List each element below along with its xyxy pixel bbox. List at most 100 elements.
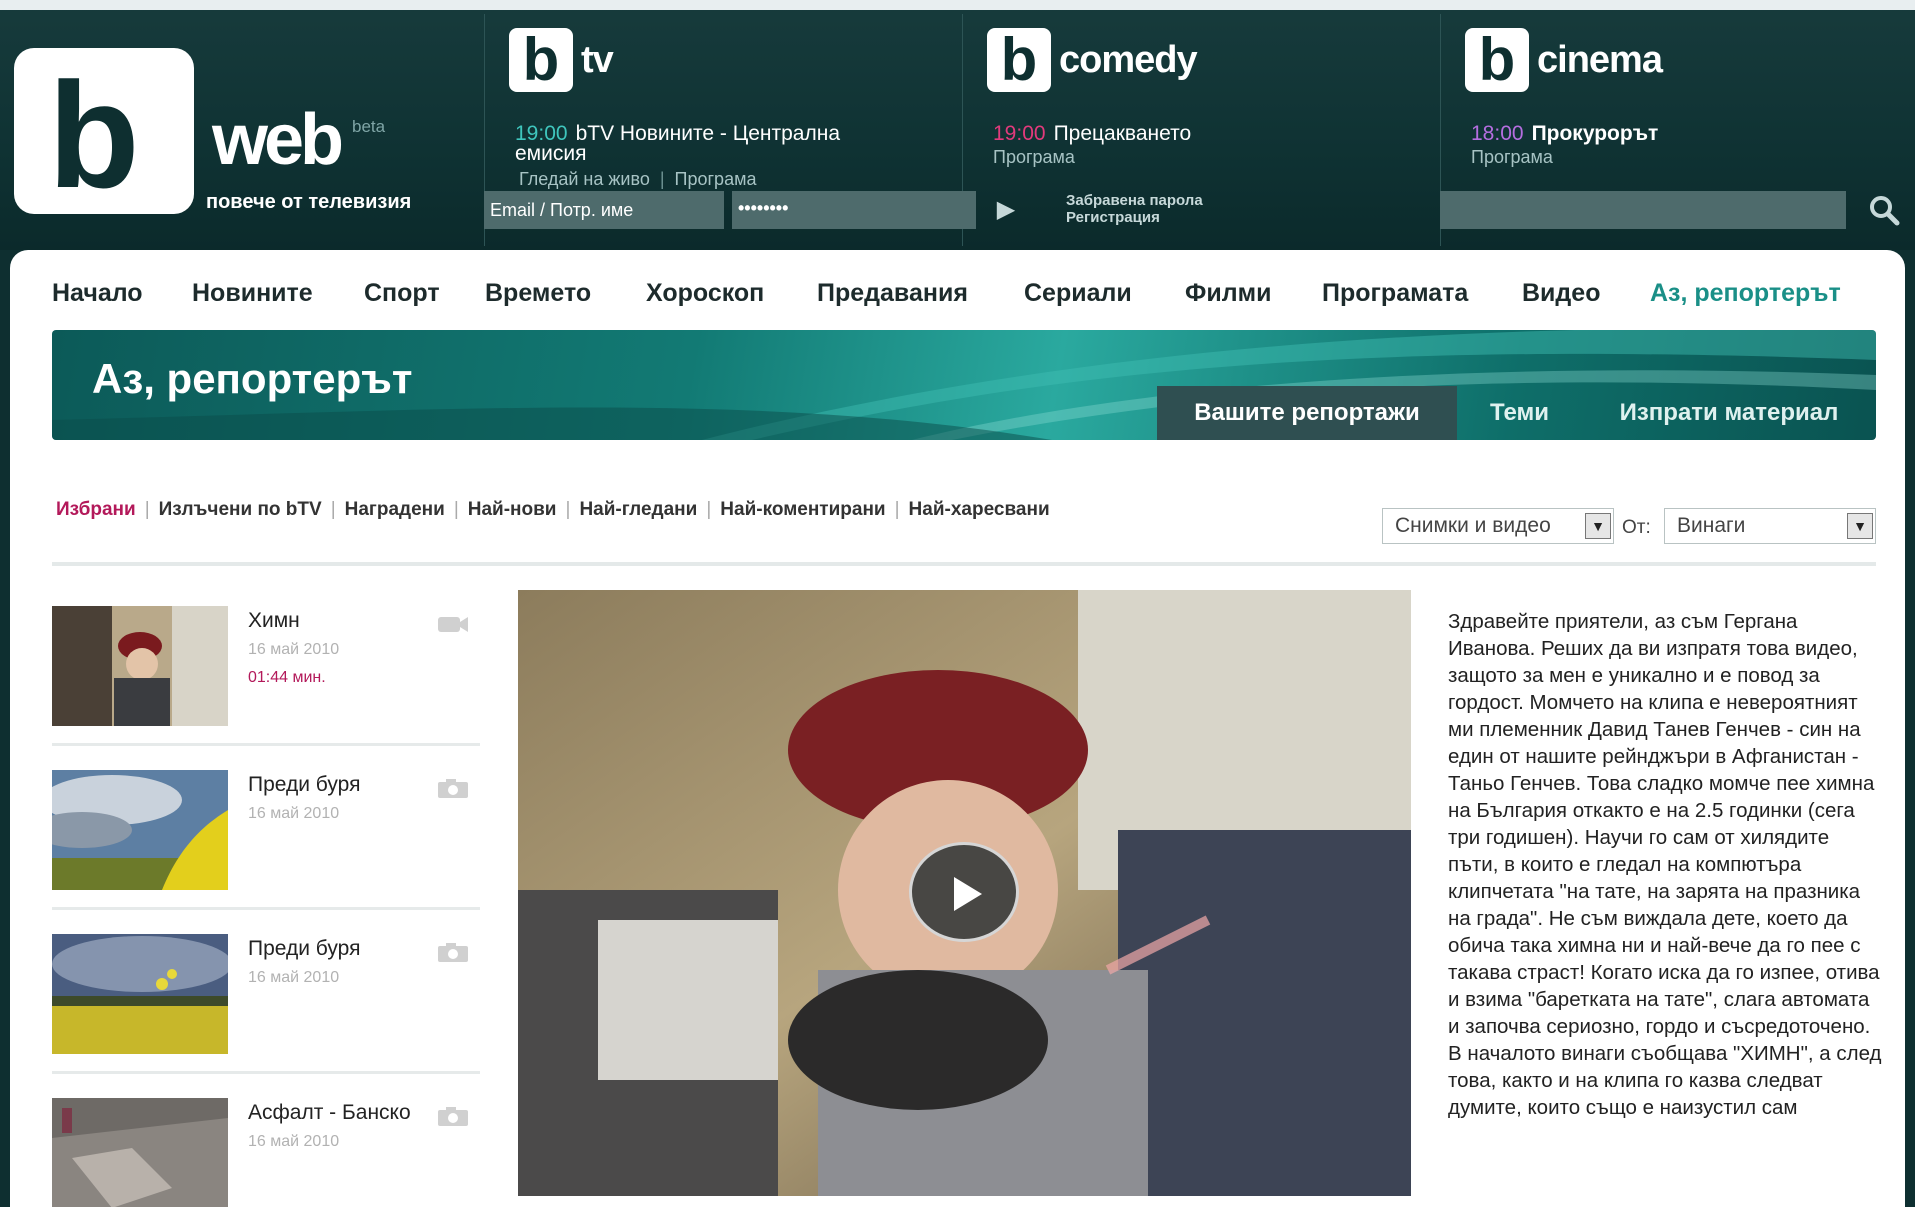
show-title: Прецакването <box>1053 122 1192 145</box>
search-input[interactable] <box>1440 191 1846 229</box>
channel-name: cinema <box>1537 39 1663 81</box>
video-camera-icon <box>436 612 470 636</box>
search-icon[interactable] <box>1868 194 1900 226</box>
channel-logo-letter: b <box>509 28 573 92</box>
play-button[interactable] <box>909 842 1019 942</box>
period-select[interactable]: Винаги ▼ <box>1664 508 1876 544</box>
nav-weather[interactable]: Времето <box>485 277 591 309</box>
separator: | <box>330 499 336 520</box>
item-date: 16 май 2010 <box>248 1133 340 1150</box>
program-link[interactable]: Програма <box>675 169 757 189</box>
logo-beta-text: beta <box>352 117 386 136</box>
chevron-down-icon[interactable]: ▼ <box>1847 513 1873 539</box>
item-date: 16 май 2010 <box>248 641 340 658</box>
media-type-select[interactable]: Снимки и видео ▼ <box>1382 508 1614 544</box>
channel-now-playing[interactable]: 19:00 Прецакването <box>993 122 1393 145</box>
nav-sport[interactable]: Спорт <box>364 277 440 309</box>
login-arrow-button[interactable]: ▶ <box>986 191 1026 229</box>
show-title: Прокурорът <box>1531 122 1659 145</box>
chevron-down-icon[interactable]: ▼ <box>1585 513 1611 539</box>
list-item[interactable]: Асфалт - Банско 16 май 2010 <box>52 1098 480 1207</box>
divider <box>52 907 480 910</box>
nav-video[interactable]: Видео <box>1522 277 1600 309</box>
filter-awarded[interactable]: Наградени <box>345 499 445 520</box>
page-title: Аз, репортерът <box>92 355 413 402</box>
separator: | <box>144 499 150 520</box>
item-title[interactable]: Асфалт - Банско <box>248 1102 411 1123</box>
video-description: Здравейте приятели, аз съм Гергана Ивано… <box>1448 610 1882 1119</box>
program-link[interactable]: Програма <box>1471 148 1553 166</box>
logo-tagline: повече от телевизия <box>206 191 412 213</box>
filter-bar: Избрани | Излъчени по bTV | Наградени | Най-но… <box>56 500 1050 519</box>
program-link[interactable]: Програма <box>993 148 1075 166</box>
list-item[interactable]: Преди буря 16 май 2010 <box>52 934 480 1074</box>
thumbnail[interactable] <box>52 770 228 890</box>
photo-camera-icon <box>436 776 470 800</box>
item-title[interactable]: Преди буря <box>248 774 360 795</box>
logo-letter-b: b <box>48 51 140 219</box>
separator: | <box>894 499 900 520</box>
channel-logo-letter: b <box>987 28 1051 92</box>
register-link[interactable]: Регистрация <box>1066 209 1203 226</box>
filter-most-viewed[interactable]: Най-гледани <box>579 499 697 520</box>
filter-featured[interactable]: Избрани <box>56 499 136 520</box>
channel-now-playing[interactable]: 19:00 bTV Новините - Централна емисия <box>515 123 915 164</box>
nav-horoscope[interactable]: Хороскоп <box>646 277 764 309</box>
divider <box>52 1071 480 1074</box>
nav-movies[interactable]: Филми <box>1185 277 1271 309</box>
item-date: 16 май 2010 <box>248 969 340 986</box>
nav-series[interactable]: Сериали <box>1024 277 1132 309</box>
item-title[interactable]: Химн <box>248 610 300 631</box>
photo-camera-icon <box>436 940 470 964</box>
separator: | <box>659 169 665 189</box>
thumbnail[interactable] <box>52 606 228 726</box>
site-header: b web beta повече от телевизия b tv 19:00… <box>0 0 1915 250</box>
channel-btv-logo[interactable]: b tv <box>509 28 614 92</box>
tab-your-reports[interactable]: Вашите репортажи <box>1157 386 1457 440</box>
item-title[interactable]: Преди буря <box>248 938 360 959</box>
channel-name: comedy <box>1059 39 1198 81</box>
separator: | <box>706 499 712 520</box>
channel-bcinema-logo[interactable]: b cinema <box>1465 28 1663 92</box>
top-strip <box>0 0 1915 10</box>
nav-i-reporter[interactable]: Аз, репортерът <box>1650 277 1841 309</box>
logo-web-text: web <box>212 100 344 180</box>
filter-most-commented[interactable]: Най-коментирани <box>720 499 885 520</box>
login-links: Забравена парола Регистрация <box>1066 192 1203 226</box>
email-field[interactable]: Email / Потр. име <box>484 191 724 229</box>
nav-news[interactable]: Новините <box>192 277 313 309</box>
password-field[interactable]: •••••••• <box>732 191 976 229</box>
thumbnail[interactable] <box>52 1098 228 1207</box>
divider <box>52 743 480 746</box>
filter-most-liked[interactable]: Най-харесвани <box>909 499 1050 520</box>
separator: | <box>565 499 571 520</box>
channel-name: tv <box>581 39 614 81</box>
nav-home[interactable]: Начало <box>52 277 143 309</box>
channel-links: Гледай на живо | Програма <box>519 170 756 188</box>
show-time: 19:00 <box>993 122 1046 145</box>
from-label: От: <box>1622 517 1651 538</box>
thumbnail[interactable] <box>52 934 228 1054</box>
channel-bcomedy-logo[interactable]: b comedy <box>987 28 1198 92</box>
list-item[interactable]: Химн 16 май 2010 01:44 мин. <box>52 606 480 746</box>
nav-shows[interactable]: Предавания <box>817 277 968 309</box>
period-value: Винаги <box>1677 514 1746 537</box>
forgot-password-link[interactable]: Забравена парола <box>1066 192 1203 209</box>
item-date: 16 май 2010 <box>248 805 340 822</box>
channel-now-playing[interactable]: 18:00 Прокурорът <box>1471 122 1871 145</box>
separator: | <box>453 499 459 520</box>
channel-logo-letter: b <box>1465 28 1529 92</box>
tab-send-material[interactable]: Изпрати материал <box>1582 386 1876 440</box>
filter-newest[interactable]: Най-нови <box>468 499 557 520</box>
play-icon <box>954 877 982 911</box>
item-duration: 01:44 мин. <box>248 669 326 686</box>
nav-schedule[interactable]: Програмата <box>1322 277 1468 309</box>
list-item[interactable]: Преди буря 16 май 2010 <box>52 770 480 910</box>
filter-aired[interactable]: Излъчени по bTV <box>159 499 322 520</box>
media-type-value: Снимки и видео <box>1395 514 1551 537</box>
photo-camera-icon <box>436 1104 470 1128</box>
watch-live-link[interactable]: Гледай на живо <box>519 169 650 189</box>
show-time: 18:00 <box>1471 122 1524 145</box>
tab-topics[interactable]: Теми <box>1457 386 1582 440</box>
divider <box>52 562 1876 566</box>
